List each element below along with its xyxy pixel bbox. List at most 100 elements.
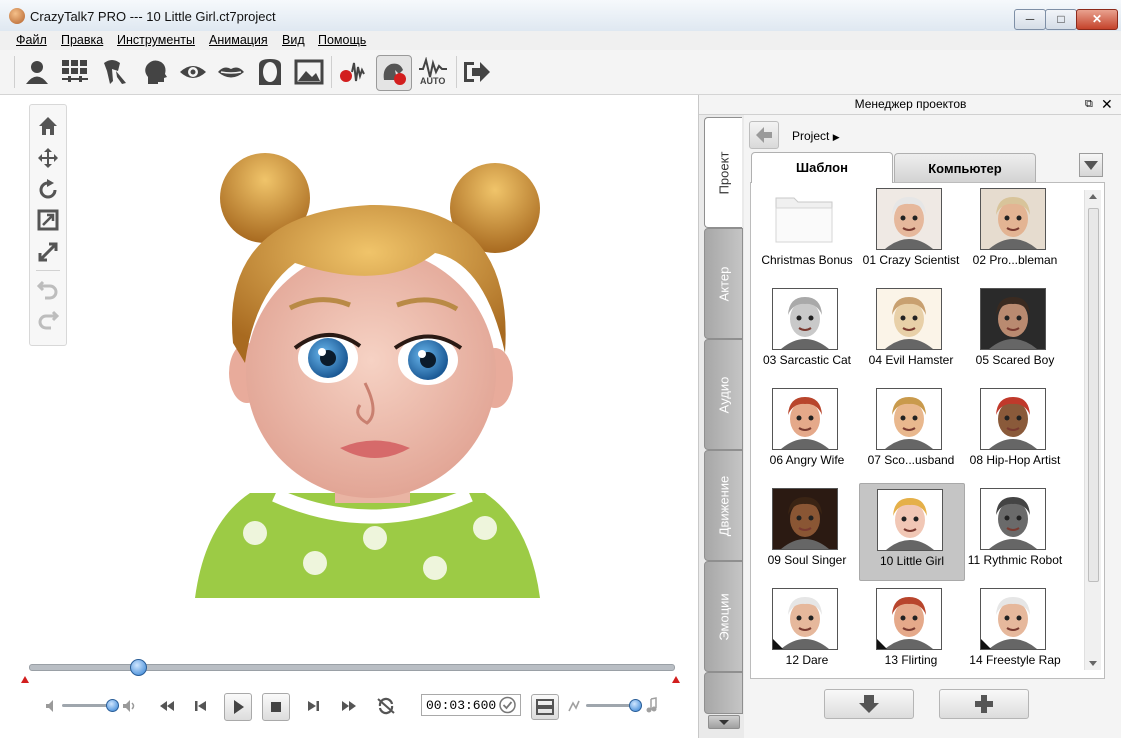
face-fitting-button[interactable] [100, 57, 130, 87]
project-item-10-little-girl[interactable]: 10 Little Girl [859, 483, 965, 581]
volume-max-icon[interactable] [122, 699, 136, 713]
tab-project[interactable]: Проект [704, 117, 742, 228]
scene-icon [62, 60, 88, 82]
previous-frame-icon[interactable] [193, 697, 209, 715]
panel-float-button[interactable]: ⧉ [1085, 98, 1093, 111]
speed-slow-icon[interactable] [567, 699, 581, 713]
tab-scroll-down-button[interactable] [708, 715, 740, 729]
timecode-apply-button[interactable] [498, 696, 517, 714]
volume-slider-knob[interactable] [106, 699, 119, 712]
menu-help[interactable]: Помощь [318, 33, 366, 47]
zoom-fit-icon[interactable] [37, 241, 59, 263]
project-item-christmas-bonus[interactable]: Christmas Bonus [755, 183, 859, 279]
background-image-button[interactable] [294, 57, 324, 87]
project-item-08-hip-hop-artist[interactable]: 08 Hip-Hop Artist [963, 383, 1067, 479]
character-thumbnail-icon [981, 289, 1045, 349]
range-start-marker[interactable] [21, 676, 29, 683]
fast-forward-icon[interactable] [340, 697, 358, 715]
rewind-icon[interactable] [158, 697, 176, 715]
project-thumbnail [772, 588, 838, 650]
rotate-icon[interactable] [37, 179, 59, 201]
project-thumbnail [980, 588, 1046, 650]
stop-icon [271, 702, 281, 712]
back-button[interactable] [749, 121, 779, 149]
add-button[interactable] [939, 689, 1029, 719]
menu-animation[interactable]: Анимация [209, 33, 268, 47]
menu-file[interactable]: Файл [16, 33, 47, 47]
redo-icon[interactable] [37, 310, 59, 332]
scale-icon[interactable] [37, 209, 59, 231]
auto-label: AUTO [420, 76, 446, 86]
breadcrumb[interactable]: Project ▶ [792, 129, 840, 143]
maximize-button[interactable]: □ [1045, 9, 1077, 30]
project-item-label: 07 Sco...usband [867, 453, 955, 467]
grid-scrollbar[interactable] [1084, 190, 1101, 670]
next-frame-icon[interactable] [305, 697, 321, 715]
project-item-label: 04 Evil Hamster [868, 353, 954, 367]
view-options-dropdown[interactable] [1079, 153, 1103, 177]
tab-actor[interactable]: Актер [704, 228, 743, 339]
tab-audio[interactable]: Аудио [704, 339, 743, 450]
minimize-button[interactable]: ─ [1014, 9, 1046, 30]
eye-button[interactable] [178, 57, 208, 87]
mouth-button[interactable] [216, 57, 246, 87]
timeline-playhead[interactable] [130, 659, 147, 676]
panel-close-button[interactable]: ✕ [1101, 96, 1113, 113]
project-item-05-scared-boy[interactable]: 05 Scared Boy [963, 283, 1067, 379]
preview-viewport[interactable] [0, 95, 698, 738]
auto-lipsync-button[interactable]: AUTO [418, 56, 448, 87]
project-item-01-crazy-scientist[interactable]: 01 Crazy Scientist [859, 183, 963, 279]
tab-template[interactable]: Шаблон [751, 152, 893, 183]
menu-edit[interactable]: Правка [61, 33, 103, 47]
tab-computer[interactable]: Компьютер [894, 153, 1036, 182]
actor-button[interactable] [22, 57, 52, 87]
tab-emotions-label: Эмоции [716, 592, 731, 641]
volume-mute-icon[interactable] [45, 699, 57, 713]
timeline-track[interactable] [29, 664, 675, 671]
tab-emotions[interactable]: Эмоции [704, 561, 743, 672]
puppet-record-button[interactable] [376, 55, 412, 91]
scroll-thumb[interactable] [1088, 208, 1099, 582]
loop-icon[interactable] [376, 696, 396, 716]
scroll-up-icon[interactable] [1088, 192, 1098, 200]
toolbox-separator [36, 270, 60, 271]
record-voice-button[interactable] [338, 57, 368, 87]
export-button[interactable] [462, 57, 492, 87]
project-item-label: 11 Rythmic Robot [967, 553, 1063, 567]
project-thumbnail [772, 288, 838, 350]
head-button[interactable] [140, 57, 170, 87]
undo-icon[interactable] [37, 280, 59, 302]
home-icon[interactable] [37, 115, 59, 137]
project-item-13-flirting[interactable]: 13 Flirting [859, 583, 963, 678]
project-item-06-angry-wife[interactable]: 06 Angry Wife [755, 383, 859, 479]
project-item-02-pro-bleman[interactable]: 02 Pro...bleman [963, 183, 1067, 279]
menu-tools[interactable]: Инструменты [117, 33, 195, 47]
load-button[interactable] [824, 689, 914, 719]
music-note-icon[interactable] [646, 697, 658, 713]
project-thumbnail [772, 488, 838, 550]
menu-bar: Файл Правка Инструменты Анимация Вид Пом… [0, 31, 1121, 51]
project-item-09-soul-singer[interactable]: 09 Soul Singer [755, 483, 859, 579]
menu-view[interactable]: Вид [282, 33, 305, 47]
stop-button[interactable] [262, 693, 290, 721]
tab-more[interactable] [704, 672, 743, 714]
project-item-12-dare[interactable]: 12 Dare [755, 583, 859, 678]
play-button[interactable] [224, 693, 252, 721]
face-mask-button[interactable] [255, 57, 285, 87]
face-fitting-icon [104, 60, 126, 84]
range-end-marker[interactable] [672, 676, 680, 683]
speed-slider-knob[interactable] [629, 699, 642, 712]
close-button[interactable]: ✕ [1076, 9, 1118, 30]
eye-icon [180, 66, 206, 78]
project-item-11-rythmic-robot[interactable]: 11 Rythmic Robot [963, 483, 1067, 579]
project-thumbnail [876, 288, 942, 350]
scroll-down-icon[interactable] [1088, 660, 1098, 668]
scene-button[interactable] [60, 57, 90, 87]
project-item-03-sarcastic-cat[interactable]: 03 Sarcastic Cat [755, 283, 859, 379]
timeline-toggle-button[interactable] [531, 694, 559, 720]
project-item-14-freestyle-rap[interactable]: 14 Freestyle Rap [963, 583, 1067, 678]
tab-motion[interactable]: Движение [704, 450, 743, 561]
project-item-07-sco-usband[interactable]: 07 Sco...usband [859, 383, 963, 479]
project-item-04-evil-hamster[interactable]: 04 Evil Hamster [859, 283, 963, 379]
move-icon[interactable] [37, 147, 59, 169]
